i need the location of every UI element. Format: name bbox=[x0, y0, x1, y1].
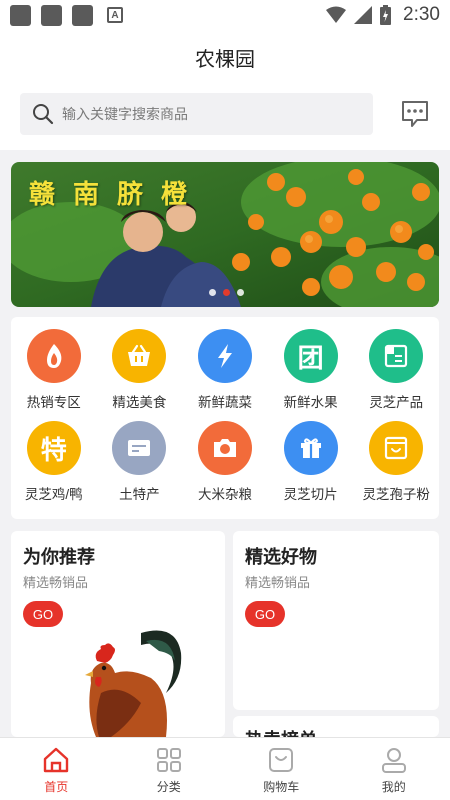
category-fruits[interactable]: 团 新鲜水果 bbox=[268, 329, 354, 421]
notification-icon bbox=[10, 4, 31, 26]
category-lingzhi-poultry[interactable]: 特 灵芝鸡/鸭 bbox=[11, 421, 97, 513]
search-box[interactable] bbox=[20, 93, 373, 135]
card-icon bbox=[112, 421, 167, 475]
clock-time: 2:30 bbox=[403, 4, 440, 25]
bottom-tab-bar: 首页 分类 购物车 我的 bbox=[0, 737, 450, 800]
category-label: 灵芝切片 bbox=[283, 487, 338, 502]
recommend-card[interactable]: 精选好物 精选畅销品 GO bbox=[233, 531, 439, 710]
profile-icon bbox=[381, 748, 406, 773]
rooster-image bbox=[85, 630, 182, 737]
recommend-card[interactable]: 为你推荐 精选畅销品 GO bbox=[11, 531, 225, 737]
category-label: 灵芝孢子粉 bbox=[362, 487, 430, 502]
card-title: 热卖榜单 bbox=[245, 726, 317, 737]
category-icon bbox=[156, 748, 181, 772]
basket-icon bbox=[112, 329, 167, 383]
carousel-dots bbox=[209, 289, 244, 296]
group-icon: 团 bbox=[283, 329, 338, 383]
page-title: 农棵园 bbox=[195, 49, 255, 71]
category-label: 精选美食 bbox=[112, 395, 167, 410]
cart-icon bbox=[269, 748, 294, 772]
category-vegetables[interactable]: 新鲜蔬菜 bbox=[182, 329, 268, 421]
tab-label: 购物车 bbox=[263, 780, 300, 794]
tab-cart[interactable]: 购物车 bbox=[225, 738, 338, 800]
search-icon bbox=[33, 104, 54, 125]
category-lingzhi-slices[interactable]: 灵芝切片 bbox=[268, 421, 354, 513]
carousel-dot[interactable] bbox=[209, 289, 216, 296]
home-icon bbox=[44, 747, 69, 773]
category-rice-grains[interactable]: 大米杂粮 bbox=[182, 421, 268, 513]
status-bar: A 2:30 bbox=[0, 0, 450, 30]
category-label: 土特产 bbox=[119, 487, 160, 502]
gift-icon bbox=[283, 421, 338, 475]
lightning-icon bbox=[197, 329, 252, 383]
search-row bbox=[0, 85, 450, 150]
category-label: 新鲜蔬菜 bbox=[197, 395, 252, 410]
tab-label: 我的 bbox=[381, 780, 406, 794]
carousel-dot[interactable] bbox=[237, 289, 244, 296]
store-icon bbox=[369, 329, 424, 383]
category-label: 新鲜水果 bbox=[283, 395, 338, 410]
search-input[interactable] bbox=[62, 106, 342, 122]
category-spore-powder[interactable]: 灵芝孢子粉 bbox=[353, 421, 439, 513]
category-food[interactable]: 精选美食 bbox=[97, 329, 183, 421]
category-label: 热销专区 bbox=[26, 395, 81, 410]
card-subtitle: 精选畅销品 bbox=[245, 575, 311, 590]
camera-icon bbox=[197, 421, 252, 475]
promo-banner[interactable]: 赣南脐橙 bbox=[11, 162, 439, 307]
tab-label: 分类 bbox=[156, 780, 181, 794]
app-header: 农棵园 bbox=[0, 30, 450, 85]
tab-home[interactable]: 首页 bbox=[0, 738, 113, 800]
category-lingzhi-products[interactable]: 灵芝产品 bbox=[353, 329, 439, 421]
category-label: 灵芝产品 bbox=[369, 395, 424, 410]
category-grid: 热销专区 精选美食 新鲜蔬菜 团 新鲜水果 灵芝产品 特 灵芝鸡/鸭 土特产 大… bbox=[11, 317, 439, 513]
smile-box-icon bbox=[369, 421, 424, 475]
font-notification-icon: A bbox=[107, 7, 123, 23]
category-hot[interactable]: 热销专区 bbox=[11, 329, 97, 421]
special-icon: 特 bbox=[26, 421, 81, 475]
carousel-dot-active[interactable] bbox=[223, 289, 230, 296]
message-icon[interactable] bbox=[400, 99, 430, 129]
category-card: 热销专区 精选美食 新鲜蔬菜 团 新鲜水果 灵芝产品 特 灵芝鸡/鸭 土特产 大… bbox=[11, 317, 439, 519]
signal-icon bbox=[354, 6, 373, 24]
category-label: 大米杂粮 bbox=[197, 487, 252, 502]
recommend-card[interactable]: 热卖榜单 bbox=[233, 716, 439, 737]
banner-title: 赣南脐橙 bbox=[29, 180, 206, 210]
tab-category[interactable]: 分类 bbox=[113, 738, 226, 800]
notification-icon bbox=[41, 4, 62, 26]
go-button[interactable]: GO bbox=[245, 601, 285, 627]
battery-icon bbox=[380, 5, 392, 25]
go-button[interactable]: GO bbox=[23, 601, 63, 627]
fire-icon bbox=[26, 329, 81, 383]
card-subtitle: 精选畅销品 bbox=[23, 575, 89, 590]
wifi-icon bbox=[326, 6, 347, 23]
card-title: 为你推荐 bbox=[23, 547, 95, 567]
category-label: 灵芝鸡/鸭 bbox=[24, 487, 83, 502]
category-local-specialty[interactable]: 土特产 bbox=[97, 421, 183, 513]
card-title: 精选好物 bbox=[245, 547, 317, 567]
notification-icon bbox=[72, 4, 93, 26]
tab-profile[interactable]: 我的 bbox=[338, 738, 450, 800]
tab-label: 首页 bbox=[44, 780, 69, 794]
